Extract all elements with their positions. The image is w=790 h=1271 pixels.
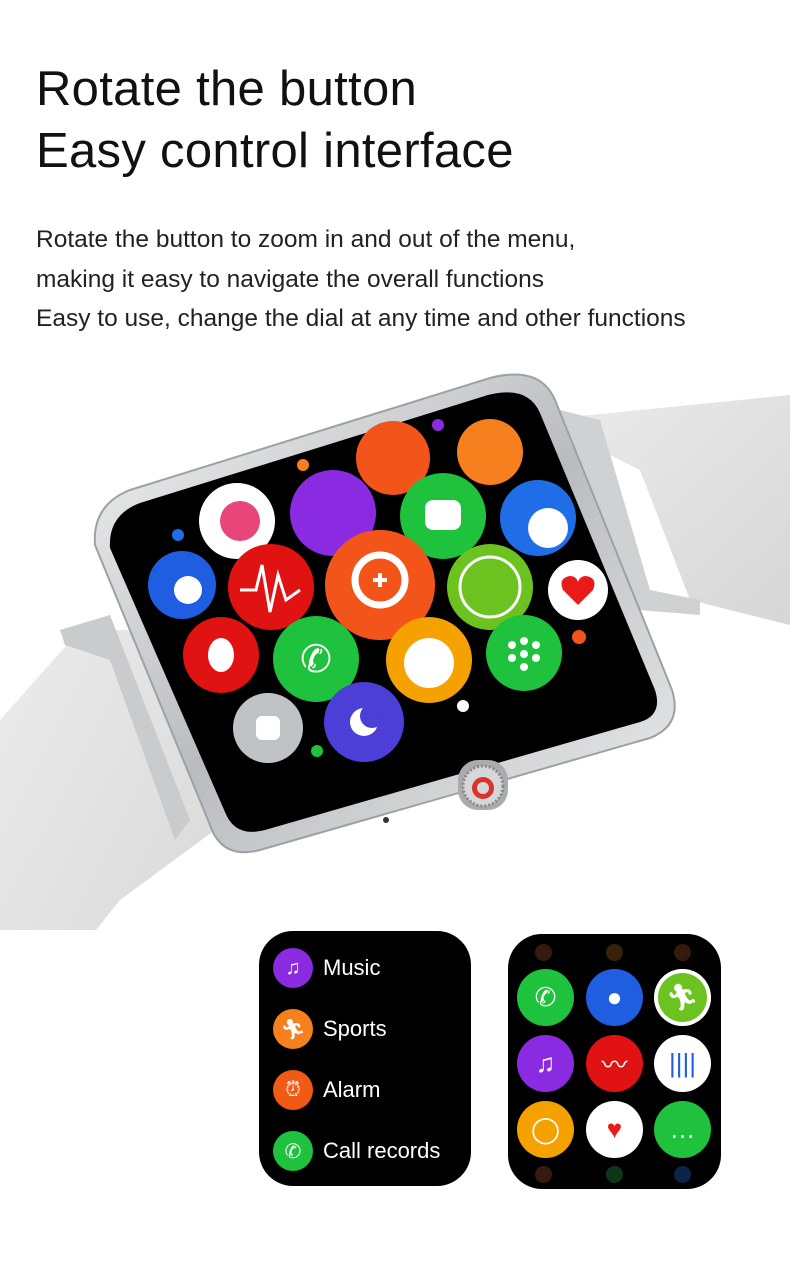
voice-icon[interactable]: |||| [654, 1035, 711, 1092]
menu-item-alarm[interactable]: ⏰︎ Alarm [273, 1070, 380, 1110]
menu-item-music[interactable]: ♫ Music [273, 948, 380, 988]
stopwatch-icon[interactable]: ◯ [517, 1101, 574, 1158]
list-menu-screen: ♫ Music 🏃︎ Sports ⏰︎ Alarm ✆ Call record… [259, 931, 471, 1186]
music-icon[interactable]: ♫ [517, 1035, 574, 1092]
running-icon[interactable]: 🏃︎ [654, 969, 711, 1026]
heart-icon[interactable]: ♥ [586, 1101, 643, 1158]
phone-icon: ✆ [273, 1131, 313, 1171]
grid-menu-screen: ✆ ● 🏃︎ ♫ 〰 |||| ◯ ♥ … [508, 934, 721, 1189]
contacts-icon[interactable]: ● [586, 969, 643, 1026]
ecg-icon[interactable]: 〰 [586, 1035, 643, 1092]
menu-item-call-records[interactable]: ✆ Call records [273, 1131, 440, 1171]
menu-item-label: Music [323, 955, 381, 980]
smartwatch-image: ✆ [0, 373, 790, 930]
menu-item-label: Call records [323, 1138, 441, 1163]
menu-item-sports[interactable]: 🏃︎ Sports [273, 1009, 387, 1049]
digital-crown [458, 760, 508, 810]
phone-icon[interactable]: ✆ [517, 969, 574, 1026]
message-icon[interactable]: … [654, 1101, 711, 1158]
runner-icon [457, 419, 523, 485]
music-icon: ♫ [273, 948, 313, 988]
svg-text:✆: ✆ [300, 639, 332, 681]
menu-item-label: Alarm [323, 1077, 381, 1102]
runner-icon: 🏃︎ [273, 1009, 313, 1049]
alarm-icon: ⏰︎ [273, 1070, 313, 1110]
ecg-icon [228, 544, 314, 630]
menu-item-label: Sports [323, 1016, 387, 1041]
